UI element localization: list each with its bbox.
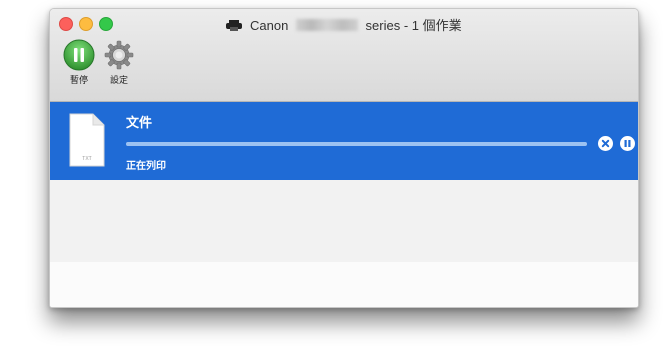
titlebar: Canon series - 1 個作業 暫停 設定 <box>50 9 638 102</box>
printer-settings-button[interactable]: 設定 <box>99 39 139 86</box>
pause-icon <box>63 39 95 71</box>
title-brand: Canon <box>249 18 289 33</box>
hold-job-button[interactable] <box>620 136 635 151</box>
job-progress-bar <box>126 142 587 146</box>
delete-icon <box>601 139 610 148</box>
gear-icon <box>104 40 134 70</box>
empty-job-row <box>50 262 638 307</box>
job-status: 正在列印 <box>126 161 166 172</box>
pause-printer-button[interactable]: 暫停 <box>59 39 99 86</box>
delete-job-button[interactable] <box>598 136 613 151</box>
print-job-row[interactable]: TXT 文件 正在列印 <box>50 102 638 180</box>
title-suffix: series - 1 個作業 <box>365 18 462 33</box>
window-title: Canon series - 1 個作業 <box>50 15 638 34</box>
settings-label: 設定 <box>109 75 128 85</box>
doc-icon-label: TXT <box>82 156 91 162</box>
pause-label: 暫停 <box>69 75 88 85</box>
redacted-model-name <box>295 19 358 31</box>
print-queue-window: Canon series - 1 個作業 暫停 設定 TXT 文件 正在列印 <box>49 8 639 308</box>
empty-job-row <box>50 180 638 262</box>
hold-icon <box>624 140 631 147</box>
job-progress-fill <box>126 142 587 146</box>
document-icon: TXT <box>69 113 105 167</box>
printer-icon <box>226 20 243 31</box>
job-name: 文件 <box>126 115 153 130</box>
